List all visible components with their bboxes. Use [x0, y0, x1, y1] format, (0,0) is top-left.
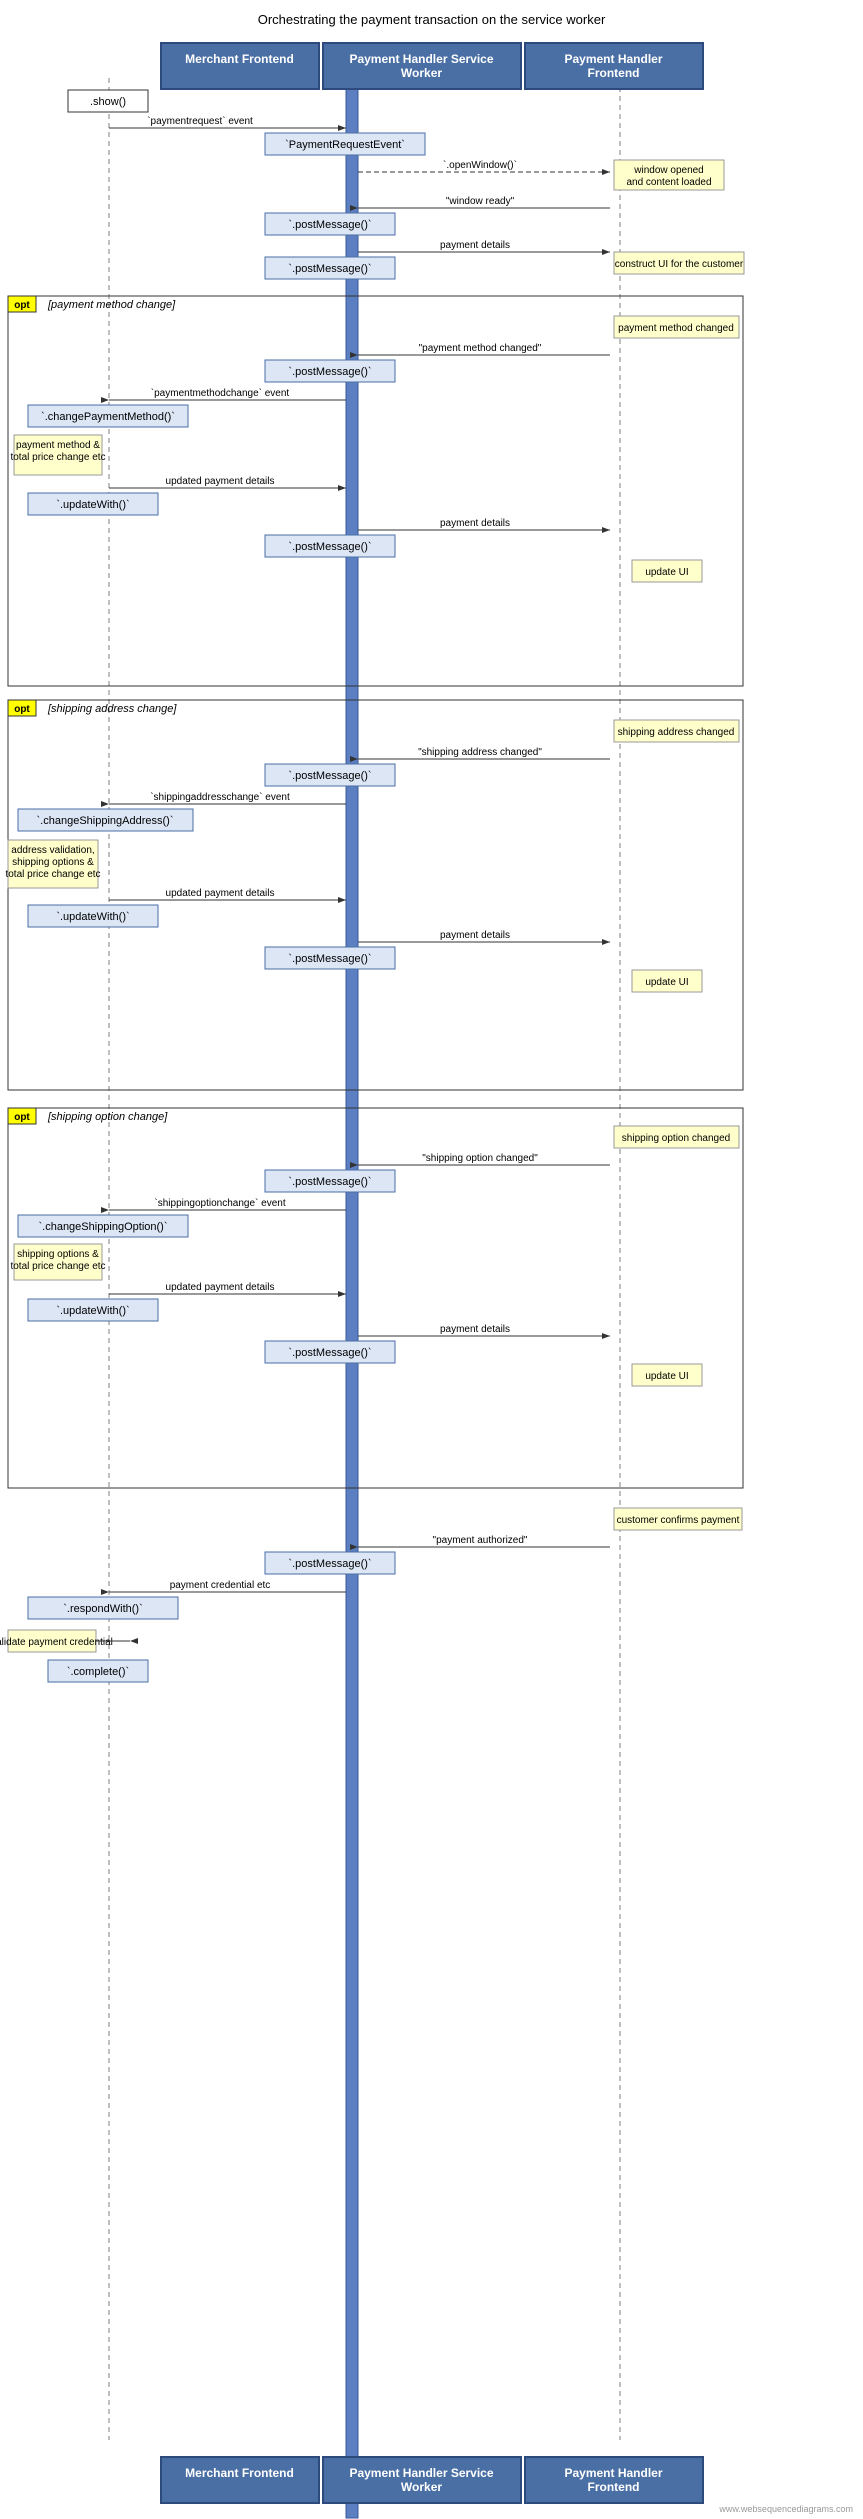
footer-payment-handler-sw: Payment Handler Service Worker: [322, 2456, 522, 2504]
svg-text:update UI: update UI: [645, 567, 688, 578]
svg-text:updated payment details: updated payment details: [166, 1282, 275, 1293]
svg-text:total price change etc: total price change etc: [5, 869, 100, 880]
footer-merchant-frontend: Merchant Frontend: [160, 2456, 320, 2504]
svg-text:shipping options &: shipping options &: [17, 1249, 99, 1260]
svg-text:total price change etc: total price change etc: [10, 452, 105, 463]
header-payment-handler-sw: Payment Handler Service Worker: [322, 42, 522, 90]
svg-text:updated payment details: updated payment details: [166, 476, 275, 487]
svg-text:validate payment credential: validate payment credential: [0, 1637, 113, 1648]
svg-text:`.complete()`: `.complete()`: [67, 1666, 129, 1678]
svg-text:payment method &: payment method &: [16, 440, 100, 451]
svg-text:`PaymentRequestEvent`: `PaymentRequestEvent`: [285, 139, 405, 151]
svg-text:[shipping address change]: [shipping address change]: [47, 703, 177, 715]
diagram-container: Orchestrating the payment transaction on…: [0, 0, 863, 2519]
svg-text:`.postMessage()`: `.postMessage()`: [288, 1558, 371, 1570]
svg-text:opt: opt: [14, 704, 30, 715]
svg-text:`paymentmethodchange` event: `paymentmethodchange` event: [151, 387, 290, 399]
svg-text:`.postMessage()`: `.postMessage()`: [288, 366, 371, 378]
svg-text:address validation,: address validation,: [11, 845, 94, 856]
svg-text:opt: opt: [14, 1112, 30, 1123]
svg-text:`paymentrequest` event: `paymentrequest` event: [147, 115, 253, 127]
footer-payment-handler-frontend: Payment Handler Frontend: [524, 2456, 704, 2504]
svg-text:payment credential etc: payment credential etc: [170, 1580, 271, 1591]
svg-text:`shippingaddresschange` event: `shippingaddresschange` event: [150, 791, 290, 803]
svg-text:`.updateWith()`: `.updateWith()`: [56, 499, 129, 511]
svg-text:`.postMessage()`: `.postMessage()`: [288, 263, 371, 275]
svg-text:updated payment details: updated payment details: [166, 888, 275, 899]
svg-text:`.postMessage()`: `.postMessage()`: [288, 770, 371, 782]
svg-text:"shipping address changed": "shipping address changed": [418, 747, 542, 758]
diagram-svg: .show() `paymentrequest` event `PaymentR…: [0, 0, 863, 2519]
header-payment-handler-frontend: Payment Handler Frontend: [524, 42, 704, 90]
svg-text:[payment method change]: [payment method change]: [47, 299, 176, 311]
svg-text:shipping options &: shipping options &: [12, 857, 94, 868]
footer-row: Merchant Frontend Payment Handler Servic…: [0, 2456, 863, 2504]
svg-text:total price change etc: total price change etc: [10, 1261, 105, 1272]
svg-text:shipping address changed: shipping address changed: [618, 727, 735, 738]
svg-text:payment details: payment details: [440, 930, 510, 941]
svg-text:"payment authorized": "payment authorized": [433, 1535, 528, 1546]
svg-text:`.postMessage()`: `.postMessage()`: [288, 1347, 371, 1359]
svg-text:"window ready": "window ready": [446, 196, 515, 207]
header-merchant-frontend: Merchant Frontend: [160, 42, 320, 90]
svg-text:payment method changed: payment method changed: [618, 323, 734, 334]
svg-text:`.changeShippingAddress()`: `.changeShippingAddress()`: [37, 815, 174, 827]
svg-text:`.changePaymentMethod()`: `.changePaymentMethod()`: [41, 411, 175, 423]
diagram-title: Orchestrating the payment transaction on…: [0, 0, 863, 35]
svg-text:update UI: update UI: [645, 1371, 688, 1382]
svg-text:`.updateWith()`: `.updateWith()`: [56, 911, 129, 923]
svg-text:payment details: payment details: [440, 1324, 510, 1335]
svg-text:"payment method changed": "payment method changed": [419, 343, 542, 354]
svg-text:`.openWindow()`: `.openWindow()`: [443, 159, 517, 171]
svg-text:`.postMessage()`: `.postMessage()`: [288, 219, 371, 231]
svg-text:construct UI for the customer: construct UI for the customer: [615, 259, 744, 270]
svg-text:payment details: payment details: [440, 518, 510, 529]
svg-text:.show(): .show(): [90, 96, 126, 108]
svg-text:`.updateWith()`: `.updateWith()`: [56, 1305, 129, 1317]
svg-text:opt: opt: [14, 300, 30, 311]
svg-text:customer confirms payment: customer confirms payment: [617, 1515, 740, 1526]
svg-text:`.changeShippingOption()`: `.changeShippingOption()`: [38, 1221, 167, 1233]
svg-text:`.postMessage()`: `.postMessage()`: [288, 953, 371, 965]
svg-text:and content loaded: and content loaded: [626, 177, 711, 188]
svg-text:window opened: window opened: [633, 165, 704, 176]
svg-text:"shipping option changed": "shipping option changed": [422, 1153, 538, 1164]
svg-text:[shipping option change]: [shipping option change]: [47, 1111, 168, 1123]
header-row: Merchant Frontend Payment Handler Servic…: [0, 42, 863, 90]
svg-text:shipping option changed: shipping option changed: [622, 1133, 730, 1144]
svg-text:`.postMessage()`: `.postMessage()`: [288, 541, 371, 553]
svg-text:`shippingoptionchange` event: `shippingoptionchange` event: [154, 1197, 285, 1209]
svg-text:`.respondWith()`: `.respondWith()`: [63, 1603, 142, 1615]
svg-text:payment details: payment details: [440, 240, 510, 251]
svg-text:`.postMessage()`: `.postMessage()`: [288, 1176, 371, 1188]
svg-text:update UI: update UI: [645, 977, 688, 988]
